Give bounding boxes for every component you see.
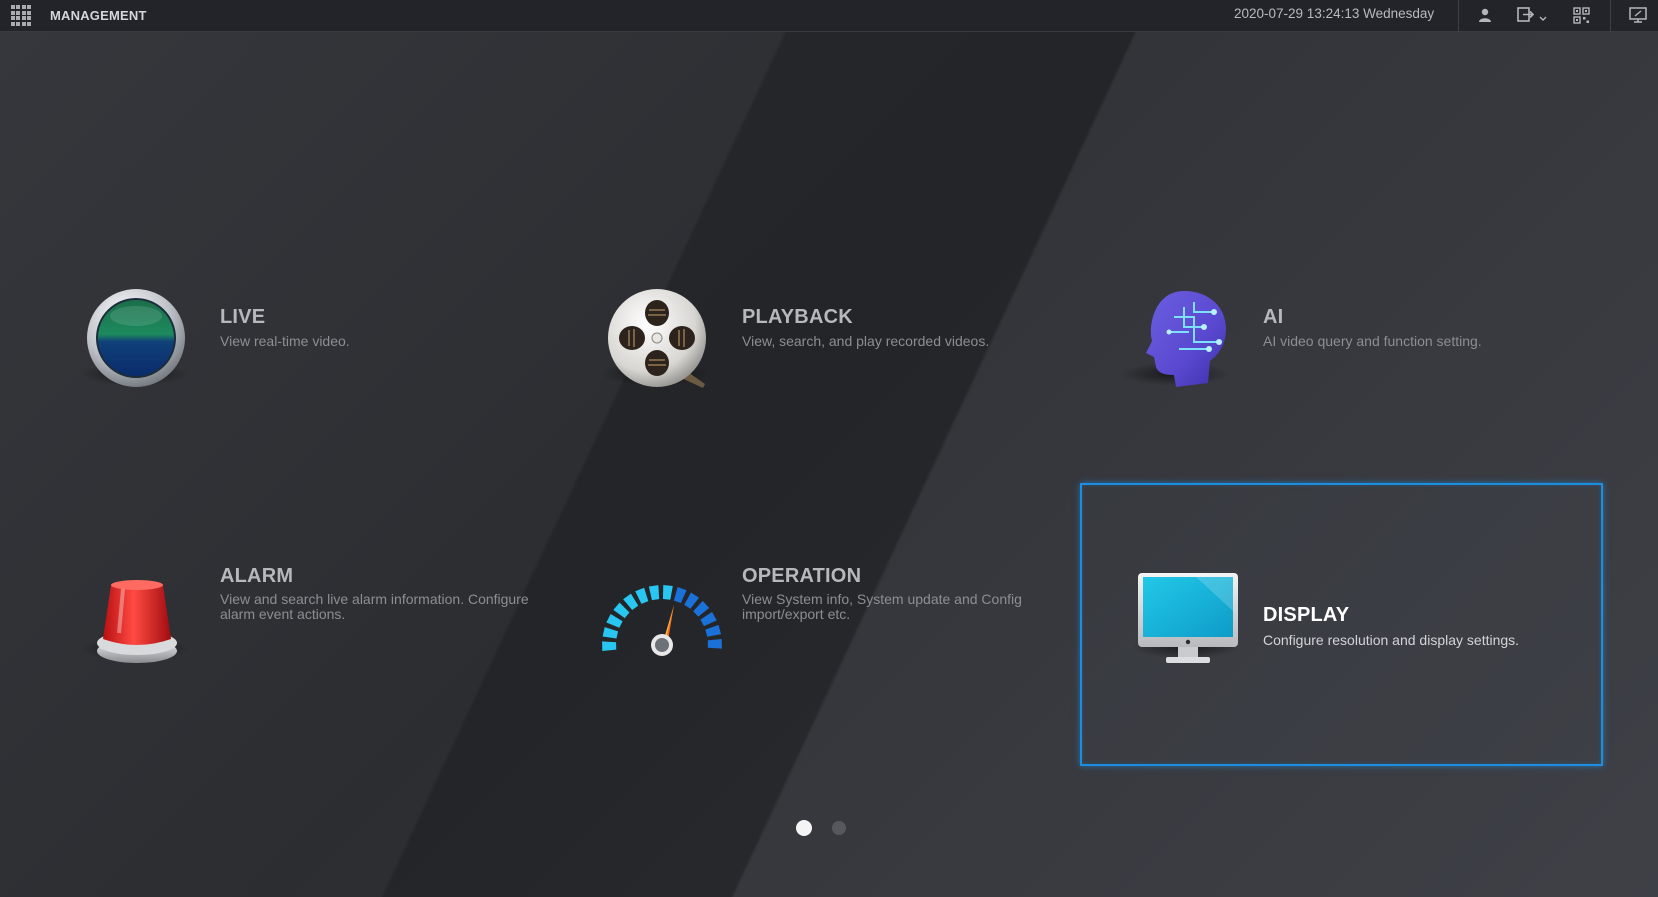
tile-title: OPERATION: [742, 565, 862, 587]
divider: [1458, 0, 1459, 32]
gauge-tick: [693, 600, 710, 617]
gauge-tick: [707, 639, 722, 649]
tile-alarm[interactable]: ALARM View and search live alarm informa…: [70, 545, 540, 685]
grid-menu-icon[interactable]: [10, 5, 32, 27]
tile-playback[interactable]: PLAYBACK View, search, and play recorded…: [590, 270, 1060, 410]
page-dot-1[interactable]: [796, 820, 812, 836]
tile-description-line1: View and search live alarm information. …: [220, 591, 529, 607]
monitor-display-icon: [1136, 571, 1240, 672]
tile-description: AI video query and function setting.: [1263, 333, 1482, 349]
gauge-tick: [700, 611, 717, 627]
background: [0, 32, 1658, 897]
gauge-tick: [705, 624, 722, 637]
tile-display[interactable]: DISPLAY Configure resolution and display…: [1080, 483, 1603, 766]
gauge-tick: [648, 585, 660, 601]
gauge-tick: [662, 585, 673, 600]
gauge-tick: [613, 602, 630, 619]
monitor-icon[interactable]: [1626, 4, 1650, 26]
film-reel-icon: [607, 288, 711, 397]
pagination: [796, 820, 846, 836]
live-lens-icon: [86, 288, 186, 393]
gauge-tick: [673, 587, 687, 604]
tile-description-line2: alarm event actions.: [220, 606, 346, 622]
tile-description: View, search, and play recorded videos.: [742, 333, 990, 349]
qr-code-icon[interactable]: [1570, 4, 1592, 26]
tile-description-line1: View System info, System update and Conf…: [742, 591, 1022, 607]
tile-ai[interactable]: AI AI video query and function setting.: [1110, 270, 1580, 410]
tile-live[interactable]: LIVE View real-time video.: [70, 270, 540, 410]
gauge-icon: [598, 575, 728, 680]
gauge-tick: [635, 587, 649, 604]
user-icon[interactable]: [1474, 4, 1496, 26]
tile-description: View real-time video.: [220, 333, 350, 349]
tile-operation[interactable]: OPERATION View System info, System updat…: [590, 545, 1060, 685]
logout-icon[interactable]: [1514, 4, 1550, 26]
app-title: MANAGEMENT: [50, 8, 147, 23]
gauge-tick: [602, 627, 619, 639]
tile-title: DISPLAY: [1263, 604, 1350, 626]
tile-description: Configure resolution and display setting…: [1263, 632, 1520, 648]
alarm-siren-icon: [95, 577, 179, 672]
page-dot-2[interactable]: [832, 821, 846, 835]
gauge-tick: [623, 593, 639, 610]
divider: [1610, 0, 1611, 32]
tile-title: AI: [1263, 306, 1284, 328]
tile-title: ALARM: [220, 565, 294, 587]
gauge-tick: [602, 641, 617, 651]
ai-head-icon: [1134, 287, 1234, 402]
tile-title: PLAYBACK: [742, 306, 853, 328]
gauge-tick: [684, 592, 699, 609]
datetime-display: 2020-07-29 13:24:13 Wednesday: [1234, 6, 1435, 21]
gauge-tick: [606, 613, 623, 628]
tile-description-line2: import/export etc.: [742, 606, 851, 622]
tile-title: LIVE: [220, 306, 266, 328]
